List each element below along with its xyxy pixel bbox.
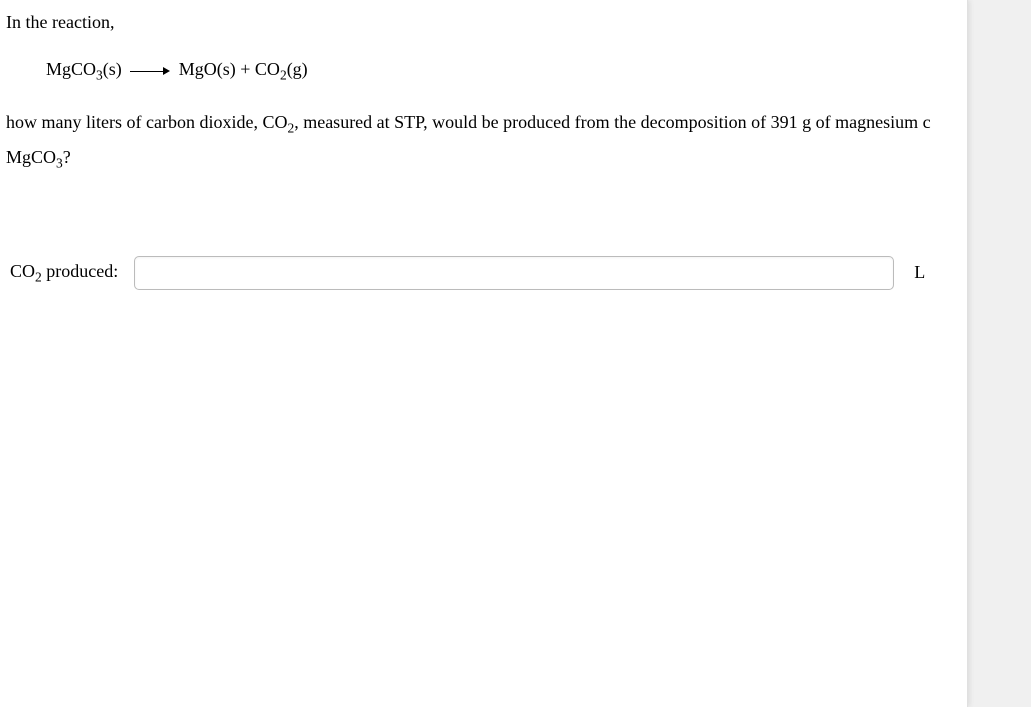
eq-plus: + xyxy=(236,59,255,79)
eq-lhs-sub: 3 xyxy=(96,67,103,82)
answer-label-pre: CO xyxy=(10,261,35,281)
q-part2: , measured at STP, would be produced fro… xyxy=(294,112,930,132)
answer-label-sub: 2 xyxy=(35,270,42,285)
unit-label: L xyxy=(914,258,925,287)
question-text: how many liters of carbon dioxide, CO2, … xyxy=(6,106,959,176)
q-part3: MgCO xyxy=(6,147,56,167)
eq-lhs: MgCO xyxy=(46,59,96,79)
question-panel: In the reaction, MgCO3(s) MgO(s) + CO2(g… xyxy=(0,0,968,707)
content-area: In the reaction, MgCO3(s) MgO(s) + CO2(g… xyxy=(0,0,967,298)
eq-lhs-state: (s) xyxy=(103,59,122,79)
answer-label-post: produced: xyxy=(42,261,118,281)
q-sub2: 3 xyxy=(56,155,63,170)
chemical-equation: MgCO3(s) MgO(s) + CO2(g) xyxy=(46,55,959,86)
answer-row: CO2 produced: L xyxy=(6,256,959,290)
intro: In the reaction, xyxy=(6,12,114,32)
answer-label: CO2 produced: xyxy=(10,257,118,288)
q-part1: how many liters of carbon dioxide, CO xyxy=(6,112,287,132)
q-part4: ? xyxy=(63,147,71,167)
eq-rhs2-sub: 2 xyxy=(280,67,287,82)
intro-text: In the reaction, xyxy=(6,8,959,37)
answer-input[interactable] xyxy=(134,256,894,290)
eq-rhs2: CO xyxy=(255,59,280,79)
eq-rhs1: MgO(s) xyxy=(179,59,236,79)
eq-rhs2-state: (g) xyxy=(287,59,308,79)
